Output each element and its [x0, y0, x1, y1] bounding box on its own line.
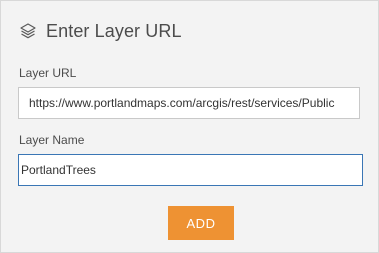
- layer-name-input[interactable]: [18, 154, 363, 186]
- layers-icon: [19, 22, 37, 40]
- enter-layer-url-panel: Enter Layer URL Layer URL Layer Name ADD: [0, 0, 379, 253]
- add-button[interactable]: ADD: [168, 206, 234, 240]
- layer-url-input[interactable]: [18, 87, 360, 119]
- layer-name-label: Layer Name: [19, 133, 85, 147]
- panel-header: Enter Layer URL: [19, 18, 182, 44]
- layer-url-label: Layer URL: [19, 66, 77, 80]
- panel-title: Enter Layer URL: [46, 20, 182, 41]
